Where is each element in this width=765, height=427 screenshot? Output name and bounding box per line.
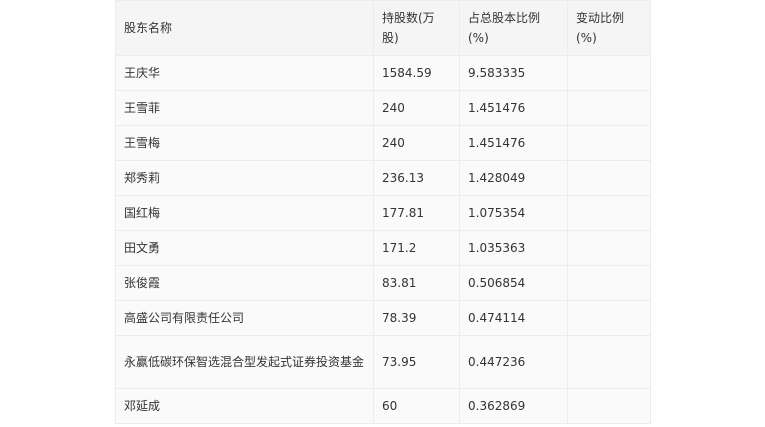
table-row: 邓延成 60 0.362869 — [115, 388, 651, 424]
cell-shares-held: 73.95 — [373, 335, 460, 389]
table-row: 张俊霞 83.81 0.506854 — [115, 265, 651, 301]
cell-shares-held: 1584.59 — [373, 55, 460, 91]
cell-share-ratio: 0.447236 — [459, 335, 568, 389]
table-row: 王雪菲 240 1.451476 — [115, 90, 651, 126]
cell-change-ratio — [567, 335, 651, 389]
cell-change-ratio — [567, 388, 651, 424]
table-row: 王庆华 1584.59 9.583335 — [115, 55, 651, 91]
cell-shareholder-name: 邓延成 — [115, 388, 374, 424]
table-row: 永赢低碳环保智选混合型发起式证券投资基金 73.95 0.447236 — [115, 335, 651, 389]
table-row: 高盛公司有限责任公司 78.39 0.474114 — [115, 300, 651, 336]
cell-share-ratio: 0.362869 — [459, 388, 568, 424]
table-row: 王雪梅 240 1.451476 — [115, 125, 651, 161]
cell-change-ratio — [567, 125, 651, 161]
cell-share-ratio: 1.075354 — [459, 195, 568, 231]
cell-share-ratio: 0.506854 — [459, 265, 568, 301]
table-row: 国红梅 177.81 1.075354 — [115, 195, 651, 231]
table-header-row: 股东名称 持股数(万股) 占总股本比例(%) 变动比例(%) — [115, 0, 651, 56]
cell-shareholder-name: 张俊霞 — [115, 265, 374, 301]
table-row: 郑秀莉 236.13 1.428049 — [115, 160, 651, 196]
cell-shares-held: 171.2 — [373, 230, 460, 266]
cell-change-ratio — [567, 55, 651, 91]
cell-shares-held: 60 — [373, 388, 460, 424]
cell-shares-held: 236.13 — [373, 160, 460, 196]
cell-shares-held: 177.81 — [373, 195, 460, 231]
cell-share-ratio: 1.451476 — [459, 90, 568, 126]
cell-shares-held: 83.81 — [373, 265, 460, 301]
cell-share-ratio: 1.428049 — [459, 160, 568, 196]
cell-share-ratio: 1.451476 — [459, 125, 568, 161]
cell-shareholder-name: 王庆华 — [115, 55, 374, 91]
header-change-ratio: 变动比例(%) — [567, 0, 651, 56]
cell-shareholder-name: 田文勇 — [115, 230, 374, 266]
shareholders-table: 股东名称 持股数(万股) 占总股本比例(%) 变动比例(%) 王庆华 1584.… — [115, 0, 651, 424]
cell-shares-held: 240 — [373, 90, 460, 126]
cell-shareholder-name: 王雪菲 — [115, 90, 374, 126]
cell-share-ratio: 9.583335 — [459, 55, 568, 91]
cell-change-ratio — [567, 230, 651, 266]
cell-shareholder-name: 高盛公司有限责任公司 — [115, 300, 374, 336]
cell-change-ratio — [567, 300, 651, 336]
cell-shareholder-name: 王雪梅 — [115, 125, 374, 161]
cell-shares-held: 240 — [373, 125, 460, 161]
cell-change-ratio — [567, 265, 651, 301]
cell-share-ratio: 1.035363 — [459, 230, 568, 266]
cell-change-ratio — [567, 90, 651, 126]
cell-change-ratio — [567, 160, 651, 196]
cell-shares-held: 78.39 — [373, 300, 460, 336]
header-shares-held: 持股数(万股) — [373, 0, 460, 56]
cell-shareholder-name: 永赢低碳环保智选混合型发起式证券投资基金 — [115, 335, 374, 389]
table-row: 田文勇 171.2 1.035363 — [115, 230, 651, 266]
header-shareholder-name: 股东名称 — [115, 0, 374, 56]
cell-shareholder-name: 郑秀莉 — [115, 160, 374, 196]
cell-change-ratio — [567, 195, 651, 231]
cell-shareholder-name: 国红梅 — [115, 195, 374, 231]
cell-share-ratio: 0.474114 — [459, 300, 568, 336]
header-share-ratio: 占总股本比例(%) — [459, 0, 568, 56]
